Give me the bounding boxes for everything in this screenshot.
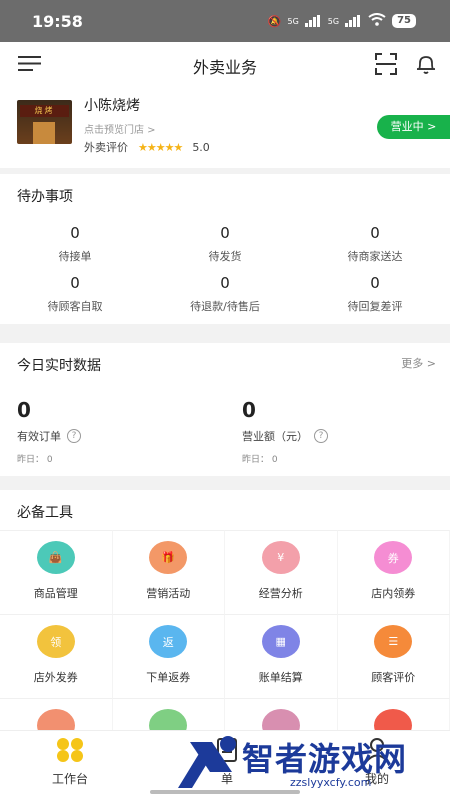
store-rating: 外卖评价 ★★★★★ 5.0	[84, 139, 210, 155]
tool-label: 账单结算	[258, 671, 303, 684]
tool-item[interactable]: 🎁 营销活动	[112, 530, 225, 614]
store-sign: 烧烤	[20, 105, 69, 117]
status-icons: 🔕 5G 5G 75	[268, 13, 416, 29]
gift-icon: 🎁	[149, 541, 188, 574]
watermark-logo-icon	[178, 736, 236, 788]
tool-item[interactable]: 领店外发券	[0, 614, 113, 698]
todo-pending-accept[interactable]: 0 待接单	[0, 224, 150, 268]
store-preview-link[interactable]: 点击预览门店 >	[84, 121, 156, 136]
battery-icon: 75	[392, 14, 416, 28]
rating-label: 外卖评价	[84, 141, 128, 154]
todo-value: 0	[70, 224, 80, 242]
wifi-icon	[368, 13, 386, 29]
store-door	[33, 122, 55, 144]
todo-value: 0	[70, 274, 80, 292]
tool-item[interactable]: ¥ 经营分析	[225, 530, 338, 614]
todo-value: 0	[220, 224, 230, 242]
stat-label-row: 营业额（元）?	[242, 428, 442, 444]
status-bar: 19:58 🔕 5G 5G 75	[0, 0, 450, 42]
tab-label: 工作台	[52, 772, 89, 786]
todo-value: 0	[220, 274, 230, 292]
signal-bars-icon	[304, 15, 322, 27]
todo-grid: 0 待接单 0 待发货 0 待商家送达 0 待顾客自取 0 待退款/待售后 0 待回复差评	[0, 224, 450, 318]
stat-value: 0	[17, 398, 31, 422]
coupon-out-icon: 领	[36, 625, 75, 658]
today-title: 今日实时数据	[17, 358, 101, 374]
tab-workbench[interactable]: 工作台	[52, 737, 88, 787]
bell-icon[interactable]	[414, 52, 438, 76]
stat-label: 营业额（元）	[242, 430, 308, 443]
signal-bars-icon-2	[345, 15, 362, 27]
tool-label: 商品管理	[33, 587, 78, 600]
todo-section: 待办事项 0 待接单 0 待发货 0 待商家送达 0 待顾客自取 0 待退款/待售后 0 待…	[0, 174, 450, 324]
tools-title: 必备工具	[17, 505, 73, 521]
stat-yesterday: 昨日： 0	[17, 455, 53, 465]
workbench-icon	[57, 738, 83, 762]
return-coupon-icon: 返	[149, 625, 188, 658]
todo-pending-merchant-delivery[interactable]: 0 待商家送达	[300, 224, 450, 268]
stat-label: 有效订单	[17, 430, 61, 443]
todo-pending-reply[interactable]: 0 待回复差评	[300, 274, 450, 318]
store-name: 小陈烧烤	[84, 98, 140, 114]
rating-stars-icon: ★★★★★	[138, 140, 183, 154]
tool-item[interactable]: 返下单返券	[112, 614, 225, 698]
home-indicator[interactable]	[150, 790, 300, 794]
todo-pending-ship[interactable]: 0 待发货	[150, 224, 300, 268]
tool-item[interactable]: ☰ 顾客评价	[337, 614, 450, 698]
calculator-icon: ▦	[261, 625, 300, 658]
mute-icon: 🔕	[267, 14, 282, 28]
tool-label: 店内领券	[371, 587, 416, 600]
help-icon[interactable]: ?	[67, 429, 81, 443]
help-icon[interactable]: ?	[314, 429, 328, 443]
stat-value: 0	[242, 398, 256, 422]
tool-item[interactable]: ▦ 账单结算	[225, 614, 338, 698]
todo-pending-refund[interactable]: 0 待退款/待售后	[150, 274, 300, 318]
todo-title: 待办事项	[17, 189, 73, 205]
bag-icon: 👜	[36, 541, 75, 574]
today-data-section: 今日实时数据 更多 > 0 有效订单? 昨日： 0 0 营业额（元）? 昨日： …	[0, 343, 450, 476]
todo-label: 待回复差评	[347, 300, 403, 313]
todo-label: 待退款/待售后	[190, 300, 260, 313]
todo-label: 待接单	[58, 250, 92, 263]
coupon-icon: 券	[374, 541, 413, 574]
stat-label-row: 有效订单?	[17, 428, 217, 444]
tool-label: 下单返券	[146, 671, 191, 684]
store-photo: 烧烤	[17, 100, 72, 144]
tool-item[interactable]: 券店内领券	[337, 530, 450, 614]
todo-label: 待发货	[208, 250, 242, 263]
todo-pending-pickup[interactable]: 0 待顾客自取	[0, 274, 150, 318]
stat-revenue[interactable]: 0 营业额（元）? 昨日： 0	[242, 398, 442, 465]
stat-yesterday: 昨日： 0	[242, 455, 278, 465]
scan-icon[interactable]	[374, 52, 398, 76]
tool-label: 店外发券	[33, 671, 78, 684]
rating-value: 5.0	[192, 140, 210, 154]
todo-value: 0	[370, 224, 380, 242]
tool-label: 经营分析	[258, 587, 303, 600]
todo-label: 待顾客自取	[47, 300, 103, 313]
todo-label: 待商家送达	[347, 250, 403, 263]
stat-valid-orders[interactable]: 0 有效订单? 昨日： 0	[17, 398, 217, 465]
tool-label: 营销活动	[146, 587, 191, 600]
store-card[interactable]: 烧烤 小陈烧烤 点击预览门店 > 外卖评价 ★★★★★ 5.0 营业中 >	[0, 86, 450, 168]
yen-icon: ¥	[261, 541, 300, 574]
business-status-button[interactable]: 营业中 >	[377, 115, 450, 139]
signal-5g-label-2: 5G	[327, 16, 340, 26]
more-link[interactable]: 更多 >	[401, 355, 436, 371]
signal-5g-label: 5G	[287, 16, 299, 26]
comment-icon: ☰	[374, 625, 413, 658]
tool-item[interactable]: 👜 商品管理	[0, 530, 113, 614]
watermark-url: zzslyyxcfy.com	[290, 776, 372, 789]
watermark-text: 智者游戏网	[242, 740, 408, 778]
status-time: 19:58	[32, 12, 83, 31]
todo-value: 0	[370, 274, 380, 292]
tool-label: 顾客评价	[371, 671, 416, 684]
app-header: 外卖业务	[0, 42, 450, 86]
